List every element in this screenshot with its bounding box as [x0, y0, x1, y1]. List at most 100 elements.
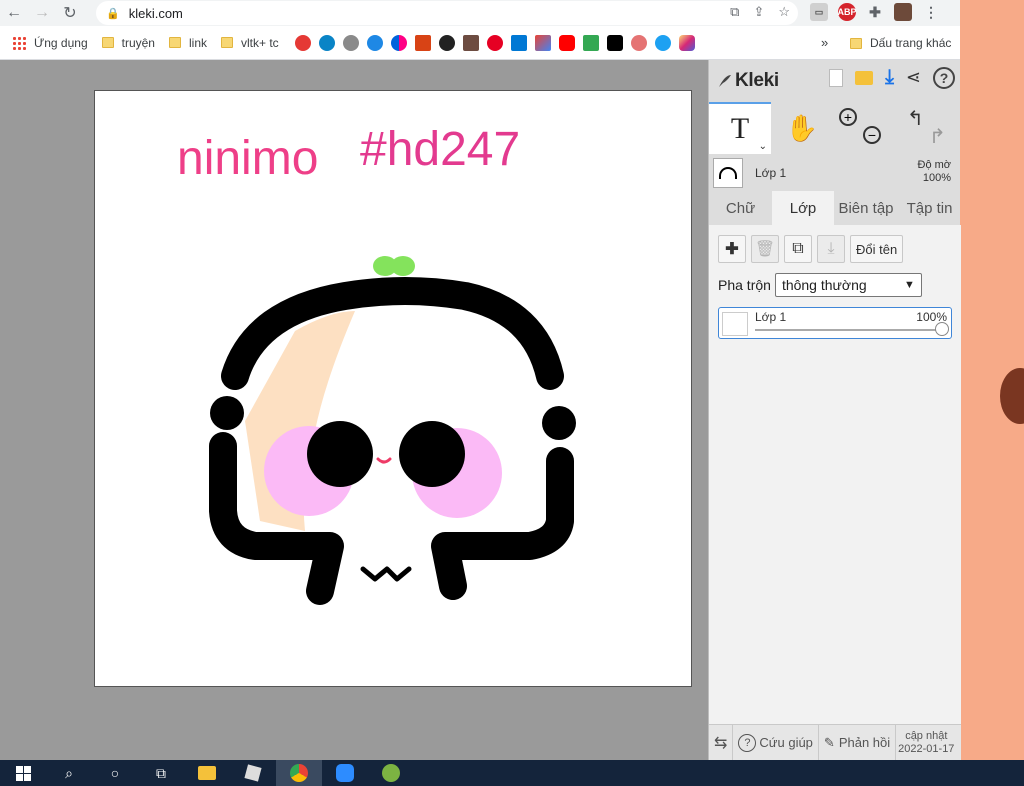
windows-start-icon[interactable]: [0, 760, 46, 786]
cloud-red-icon[interactable]: [630, 34, 647, 51]
tab-edit[interactable]: Biên tập: [834, 191, 898, 225]
tab-file[interactable]: Tập tin: [898, 191, 961, 225]
apple-icon[interactable]: [342, 34, 359, 51]
bookmark-folder-truyen[interactable]: truyện: [101, 36, 155, 50]
bookmarks-bar: Ứng dụng truyện link vltk+ tc » Dấu tran…: [0, 26, 960, 60]
background-shape: [1000, 368, 1024, 424]
layer-item[interactable]: Lớp 1 100%: [718, 307, 952, 339]
download-icon[interactable]: ⤓: [885, 66, 894, 89]
duplicate-layer-button[interactable]: ⧉: [784, 235, 812, 263]
chrome-icon[interactable]: [276, 760, 322, 786]
delete-layer-button[interactable]: 🗑: [751, 235, 779, 263]
feet-marks: [360, 566, 412, 582]
tab-text[interactable]: Chữ: [709, 191, 772, 225]
file-explorer-icon[interactable]: [184, 760, 230, 786]
panel-header: Kleki ⤓ ⋖ ?: [709, 60, 961, 102]
opacity-value: 100%: [922, 172, 951, 184]
roblox-icon[interactable]: [230, 760, 276, 786]
folder-icon: [850, 37, 862, 49]
undo-icon[interactable]: ↰: [907, 106, 924, 131]
green-app-icon[interactable]: [368, 760, 414, 786]
cloud-site-icon[interactable]: [318, 34, 335, 51]
layer-preview-thumbnail[interactable]: [713, 158, 743, 188]
plus-icon: ✚: [725, 241, 739, 258]
home-site-icon[interactable]: [294, 34, 311, 51]
tiktok-icon[interactable]: [606, 34, 623, 51]
zoom-in-icon[interactable]: +: [839, 108, 857, 126]
rename-layer-button[interactable]: Đổi tên: [850, 235, 904, 263]
tool-row: T ⌄ ✋ + − ↰ ↱: [709, 102, 961, 154]
translate-icon[interactable]: ⧉: [730, 4, 739, 20]
cortana-icon[interactable]: ○: [92, 760, 138, 786]
person-site-icon[interactable]: [366, 34, 383, 51]
twitter-icon[interactable]: [654, 34, 671, 51]
open-folder-icon[interactable]: [855, 70, 874, 85]
instagram-icon[interactable]: [678, 34, 695, 51]
back-icon[interactable]: ←: [0, 0, 28, 26]
bookmarks-overflow-button[interactable]: »: [821, 35, 828, 50]
play-icon[interactable]: [582, 34, 599, 51]
layer-opacity-slider-knob[interactable]: [935, 322, 949, 336]
new-file-icon[interactable]: [829, 68, 844, 87]
text-tool[interactable]: T ⌄: [709, 102, 771, 154]
tab-layers[interactable]: Lớp: [772, 191, 834, 225]
update-info[interactable]: cập nhật 2022-01-17: [896, 725, 956, 761]
bookmark-star-icon[interactable]: ☆: [778, 4, 790, 20]
merge-down-icon: ⤓: [827, 240, 835, 257]
layer-opacity-track[interactable]: [755, 329, 943, 331]
blend-mode-select[interactable]: thông thường ▼: [774, 273, 922, 297]
text-tool-icon: T: [730, 112, 750, 145]
bookmark-folder-vltk[interactable]: vltk+ tc: [221, 36, 279, 50]
tool-panel: Kleki ⤓ ⋖ ? T ⌄ ✋ + − ↰ ↱ Lớp 1 Độ mờ 10…: [708, 60, 961, 761]
layer-thumbnail-art: [719, 167, 737, 179]
folder-icon: [168, 37, 181, 48]
help-icon[interactable]: ?: [933, 66, 955, 89]
youtube-icon[interactable]: [558, 34, 575, 51]
address-bar[interactable]: 🔒 kleki.com ⧉ ⇪ ☆: [96, 1, 798, 25]
outlook-icon[interactable]: [510, 34, 527, 51]
bookmark-folder-link[interactable]: link: [168, 36, 207, 50]
pinterest-icon[interactable]: [486, 34, 503, 51]
folder-icon: [101, 37, 114, 48]
ninja-icon[interactable]: [438, 34, 455, 51]
forward-icon[interactable]: →: [28, 0, 56, 26]
task-view-icon[interactable]: ⧉: [138, 760, 184, 786]
redo-icon[interactable]: ↱: [929, 124, 946, 149]
menu-kebab-icon[interactable]: ⋮: [922, 3, 940, 21]
eye-left: [307, 421, 373, 487]
share-icon[interactable]: ⇪: [753, 4, 764, 20]
hand-tool[interactable]: ✋: [771, 102, 833, 154]
lock-icon: 🔒: [106, 7, 120, 20]
duplicate-icon: ⧉: [792, 240, 804, 257]
url-text: kleki.com: [128, 5, 183, 21]
layer-thumbnail: [722, 312, 748, 336]
share-icon[interactable]: ⋖: [906, 67, 921, 88]
cast-icon[interactable]: ▭: [810, 3, 828, 21]
extensions-puzzle-icon[interactable]: ✚: [866, 3, 884, 21]
canvas-workspace[interactable]: ninimo #hd247: [0, 60, 708, 760]
flickr-icon[interactable]: [390, 34, 407, 51]
chevron-down-icon: ▼: [904, 279, 915, 291]
zoom-out-icon[interactable]: −: [863, 126, 881, 144]
hand-icon: ✋: [785, 112, 819, 143]
mario-icon[interactable]: [414, 34, 431, 51]
game-site-icon[interactable]: [462, 34, 479, 51]
feedback-link[interactable]: ✎ Phản hồi: [819, 724, 897, 761]
eye-right: [399, 421, 465, 487]
kleki-logo[interactable]: Kleki: [717, 70, 779, 92]
chevron-down-icon[interactable]: ⌄: [759, 141, 767, 152]
add-layer-button[interactable]: ✚: [718, 235, 746, 263]
bookmark-other[interactable]: Dấu trang khác: [850, 36, 951, 50]
help-link[interactable]: ? Cứu giúp: [733, 724, 819, 761]
profile-avatar[interactable]: [894, 3, 912, 21]
bookmark-apps[interactable]: Ứng dụng: [8, 35, 88, 50]
merge-layer-button[interactable]: ⤓: [817, 235, 845, 263]
zoom-app-icon[interactable]: [322, 760, 368, 786]
gmail-icon[interactable]: [534, 34, 551, 51]
adblock-icon[interactable]: ABP: [838, 3, 857, 21]
reload-icon[interactable]: ↻: [56, 0, 84, 26]
apps-grid-icon: [12, 35, 26, 50]
search-icon[interactable]: ⌕: [46, 760, 92, 786]
swap-sides-button[interactable]: ⇆: [709, 724, 734, 761]
drawing-canvas[interactable]: ninimo #hd247: [94, 90, 692, 687]
